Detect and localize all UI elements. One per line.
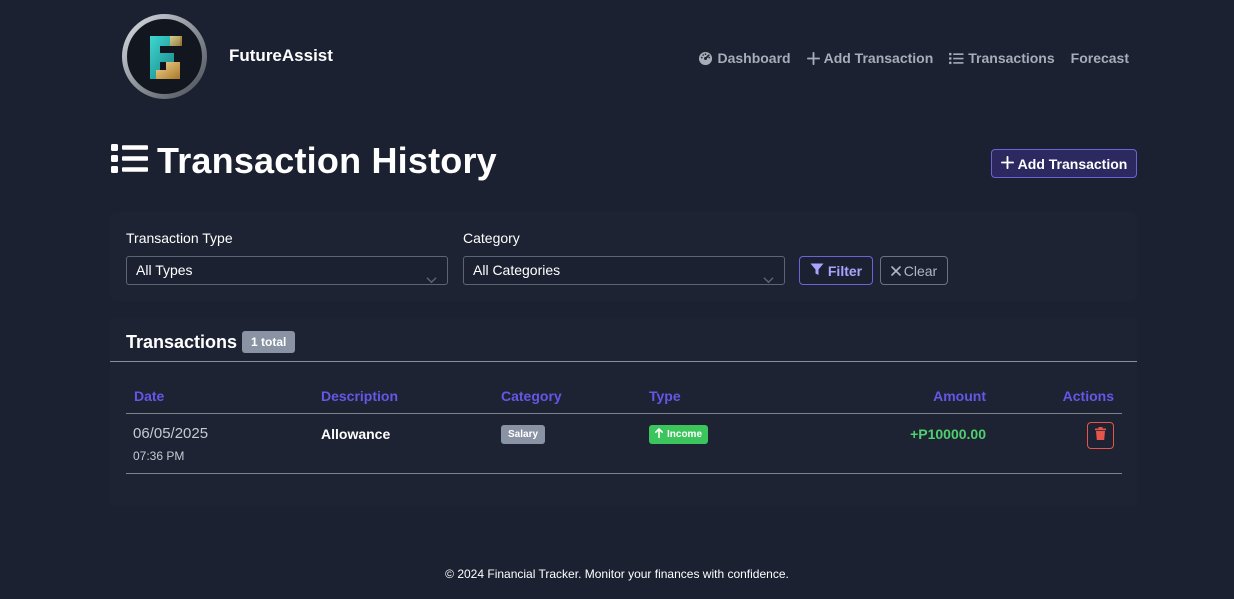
delete-button[interactable] <box>1087 422 1114 449</box>
transaction-type-selected: All Types <box>136 262 193 278</box>
column-header-actions: Actions <box>1062 388 1114 404</box>
add-transaction-button-label: Add Transaction <box>1017 155 1128 172</box>
brand-name[interactable]: FutureAssist <box>229 46 333 66</box>
close-icon <box>890 263 901 279</box>
type-badge-label: Income <box>667 429 703 440</box>
filter-panel: Transaction Type All Types Category All … <box>110 212 1137 301</box>
futureassist-logo[interactable] <box>122 14 207 99</box>
column-header-date[interactable]: Date <box>134 388 164 404</box>
total-count-badge: 1 total <box>242 331 296 353</box>
category-selected: All Categories <box>473 262 561 278</box>
nav-add-transaction-label: Add Transaction <box>823 50 934 66</box>
chevron-down-icon <box>426 266 437 293</box>
nav-add-transaction[interactable]: Add Transaction <box>806 50 934 66</box>
add-transaction-button[interactable]: Add Transaction <box>991 149 1137 178</box>
transactions-title: Transactions <box>126 331 238 352</box>
transaction-type-label: Transaction Type <box>126 230 233 246</box>
row-description: Allowance <box>321 426 391 442</box>
transactions-header: Transactions 1 total <box>126 331 296 353</box>
plus-icon <box>806 51 820 65</box>
table-row-divider <box>126 473 1122 474</box>
footer-text: © 2024 Financial Tracker. Monitor your f… <box>445 567 789 581</box>
nav-dashboard[interactable]: Dashboard <box>698 50 791 66</box>
nav-transactions[interactable]: Transactions <box>949 50 1055 66</box>
trash-icon <box>1095 426 1106 445</box>
type-badge: Income <box>649 425 709 444</box>
clear-button-label: Clear <box>903 262 938 279</box>
clear-button[interactable]: Clear <box>880 256 948 285</box>
page-title: Transaction History <box>157 140 497 181</box>
table-header-divider <box>126 413 1122 414</box>
funnel-icon <box>810 263 824 279</box>
nav-forecast-label: Forecast <box>1070 50 1129 66</box>
row-date: 06/05/2025 <box>133 425 209 442</box>
dashboard-gauge-icon <box>698 51 713 66</box>
navbar: FutureAssist Dashboard Add Transaction T… <box>0 0 1234 112</box>
arrow-up-icon <box>655 428 663 441</box>
plus-icon <box>1000 155 1014 172</box>
divider <box>110 361 1137 362</box>
filter-button-label: Filter <box>827 262 863 279</box>
nav-dashboard-label: Dashboard <box>717 50 791 66</box>
row-time: 07:36 PM <box>133 449 185 463</box>
column-header-amount[interactable]: Amount <box>933 388 986 404</box>
list-icon <box>949 52 964 65</box>
nav-forecast[interactable]: Forecast <box>1071 50 1129 66</box>
transaction-type-select[interactable]: All Types <box>126 256 448 285</box>
nav-transactions-label: Transactions <box>968 50 1055 66</box>
column-header-category[interactable]: Category <box>501 388 562 404</box>
page-header: Transaction History <box>111 140 497 182</box>
row-amount: +P10000.00 <box>910 426 986 442</box>
category-select[interactable]: All Categories <box>463 256 785 285</box>
chevron-down-icon <box>763 266 774 293</box>
category-label: Category <box>463 230 520 246</box>
transactions-panel: Transactions 1 total Date Description Ca… <box>110 318 1137 506</box>
column-header-type[interactable]: Type <box>649 388 681 404</box>
column-header-description[interactable]: Description <box>321 388 398 404</box>
filter-button[interactable]: Filter <box>799 256 873 285</box>
category-badge: Salary <box>501 425 546 444</box>
nav-links: Dashboard Add Transaction Transactions F… <box>698 50 1129 66</box>
list-icon <box>111 143 148 179</box>
